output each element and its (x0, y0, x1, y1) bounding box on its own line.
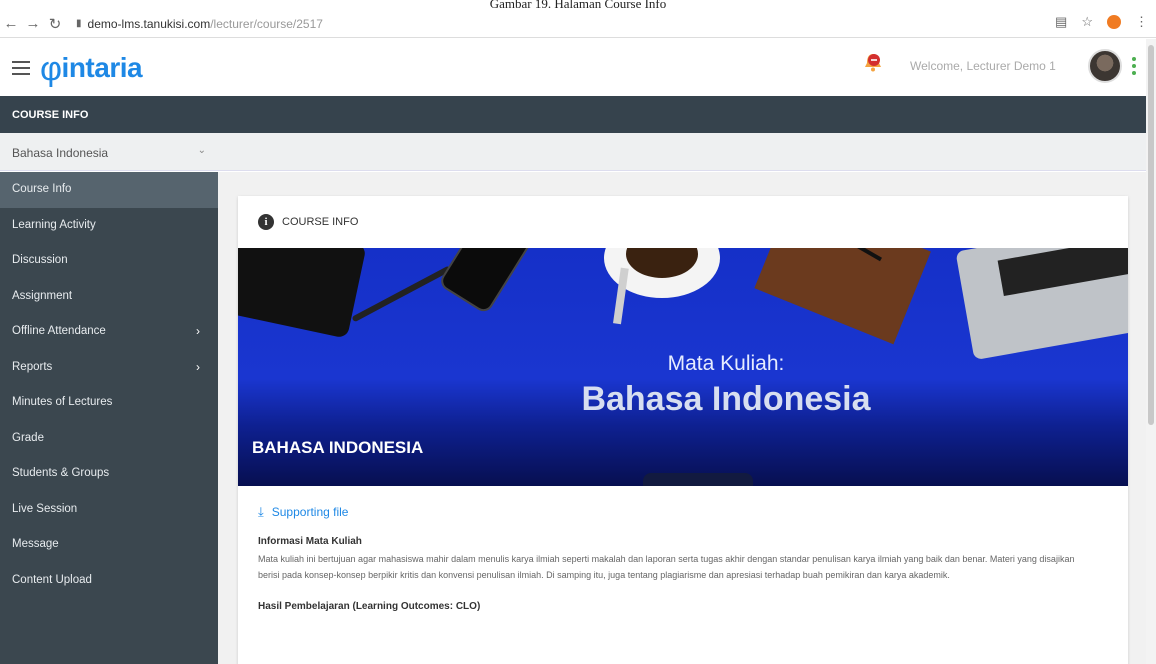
star-icon[interactable]: ☆ (1081, 14, 1093, 30)
brand-name: intaria (61, 51, 143, 83)
supporting-file-label: Supporting file (271, 505, 349, 519)
user-avatar[interactable] (1088, 49, 1122, 83)
banner-course-title: BAHASA INDONESIA (252, 438, 424, 457)
chevron-down-icon: ⌄ (197, 145, 206, 156)
browser-menu-icon[interactable]: ⋮ (1135, 14, 1148, 30)
url-host: demo-lms.tanukisi.com (87, 16, 211, 31)
main-content: i COURSE INFO Mata Kuliah: Bahasa Indone… (218, 172, 1146, 664)
banner-subtitle: Mata Kuliah: (667, 352, 785, 375)
extension-icon[interactable] (1107, 15, 1121, 29)
page-scrollbar[interactable] (1146, 39, 1156, 664)
browser-toolbar: ← → ↻ ▮ demo-lms.tanukisi.com/lecturer/c… (0, 10, 1156, 38)
course-banner: Mata Kuliah: Bahasa Indonesia BAHASA IND… (238, 248, 1128, 486)
hamburger-menu-icon[interactable] (12, 60, 30, 75)
banner-main-title: Bahasa Indonesia (581, 380, 871, 418)
sidebar-item-reports[interactable]: Reports › (0, 350, 218, 386)
welcome-text: Welcome, Lecturer Demo 1 (910, 59, 1056, 73)
sidebar-item-assignment[interactable]: Assignment (0, 279, 218, 315)
course-select[interactable]: Bahasa Indonesia ⌄ (0, 133, 218, 171)
scrollbar-thumb[interactable] (1148, 45, 1154, 425)
url-path: /lecturer/course/2517 (210, 16, 323, 31)
sidebar-item-content-upload[interactable]: Content Upload (0, 563, 218, 599)
course-select-bar: Bahasa Indonesia ⌄ (0, 133, 1146, 171)
sidebar-item-minutes-of-lectures[interactable]: Minutes of Lectures (0, 385, 218, 421)
app-logo[interactable]: φ intaria (40, 51, 143, 86)
address-bar[interactable]: demo-lms.tanukisi.com/lecturer/course/25… (88, 17, 323, 31)
sidebar-item-label: Assignment (12, 289, 73, 302)
learning-outcomes-heading: Hasil Pembelajaran (Learning Outcomes: C… (258, 601, 481, 612)
sidebar-item-course-info[interactable]: Course Info (0, 172, 218, 208)
app-header: φ intaria Welcome, Lecturer Demo 1 (0, 39, 1156, 96)
info-icon: i (258, 214, 274, 230)
forward-icon[interactable]: → (22, 15, 44, 32)
sidebar-item-label: Students & Groups (12, 467, 110, 479)
download-icon: ⤓ (258, 504, 264, 519)
sidebar-item-label: Discussion (12, 254, 68, 266)
section-title-bar: COURSE INFO (0, 96, 1146, 133)
sidebar-item-label: Message (12, 538, 59, 550)
course-select-value: Bahasa Indonesia (12, 146, 109, 160)
course-info-card: i COURSE INFO Mata Kuliah: Bahasa Indone… (238, 196, 1128, 664)
sidebar-item-discussion[interactable]: Discussion (0, 243, 218, 279)
chevron-right-icon: › (196, 324, 200, 338)
sidebar-item-label: Course Info (12, 183, 72, 195)
sidebar-item-label: Learning Activity (12, 218, 96, 231)
sidebar-item-label: Grade (12, 431, 44, 444)
sidebar-item-label: Live Session (12, 502, 78, 515)
more-options-icon[interactable] (1132, 57, 1136, 75)
sidebar-item-label: Minutes of Lectures (12, 396, 113, 408)
chevron-right-icon: › (196, 359, 200, 374)
back-icon[interactable]: ← (0, 15, 22, 32)
sidebar-item-learning-activity[interactable]: Learning Activity (0, 208, 218, 244)
sidebar-item-label: Reports (12, 360, 53, 373)
figure-caption: Gambar 19. Halaman Course Info (489, 0, 667, 10)
sidebar-item-students-groups[interactable]: Students & Groups (0, 456, 218, 492)
course-info-heading: Informasi Mata Kuliah (258, 536, 362, 547)
lock-icon: ▮ (76, 18, 82, 29)
sidebar-item-label: Content Upload (12, 573, 92, 586)
sidebar: Course Info Learning Activity Discussion… (0, 172, 218, 664)
course-info-text: Mata kuliah ini bertujuan agar mahasiswa… (258, 554, 1075, 580)
notification-bell-icon[interactable] (862, 51, 884, 73)
supporting-file-link[interactable]: ⤓ Supporting file (238, 486, 1128, 520)
sidebar-item-live-session[interactable]: Live Session (0, 492, 218, 528)
sidebar-item-grade[interactable]: Grade (0, 421, 218, 457)
card-header: i COURSE INFO (238, 196, 1128, 248)
sidebar-item-offline-attendance[interactable]: Offline Attendance › (0, 314, 218, 350)
reload-icon[interactable]: ↻ (44, 15, 66, 33)
sidebar-item-label: Offline Attendance (12, 325, 106, 337)
card-heading: COURSE INFO (282, 216, 359, 228)
translate-icon[interactable]: ▤ (1055, 14, 1067, 30)
sidebar-item-message[interactable]: Message (0, 527, 218, 563)
